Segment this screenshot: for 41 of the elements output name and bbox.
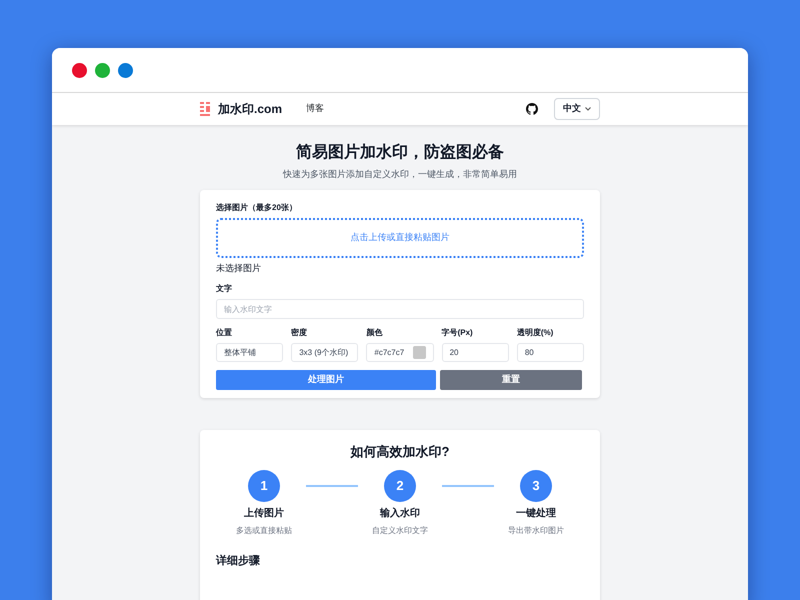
number-field[interactable]: 80 [516,343,584,362]
reset-button[interactable]: 重置 [440,370,582,390]
select-field[interactable]: 整体平铺 [216,343,284,362]
field-label: 选择图片（最多20张） [216,202,298,214]
step-title: 输入水印 [380,506,420,520]
field-label: 文字 [216,283,233,295]
field-label: 颜色 [366,327,384,339]
github-icon[interactable] [526,103,538,115]
step-caption: 导出带水印图片 [508,524,564,536]
field-label: 位置 [216,327,233,339]
site-brand[interactable]: 加水印.com [218,100,282,118]
step-caption: 多选或直接粘贴 [236,524,292,536]
step-number: 2 [384,470,416,502]
color-swatch[interactable] [412,346,426,359]
window-control-dot[interactable] [72,62,87,78]
step-caption: 自定义水印文字 [372,524,428,536]
caret-icon [585,107,591,111]
page-subtitle: 快速为多张图片添加自定义水印，一键生成，非常简单易用 [282,168,518,181]
field-label: 字号(Px) [442,327,474,339]
language-select[interactable]: 中文 [554,98,600,120]
number-field[interactable]: 20 [442,343,509,362]
step-number: 1 [248,470,280,502]
field-label: 透明度(%) [516,327,554,339]
step-title: 上传图片 [244,506,284,520]
window-control-dot[interactable] [118,62,133,78]
page-title: 简易图片加水印，防盗图必备 [295,142,505,163]
step-number: 3 [520,470,552,502]
text-input[interactable]: 输入水印文字 [216,299,584,319]
field-label: 密度 [291,327,308,339]
window-control-dot[interactable] [95,62,110,78]
select-field[interactable]: 3x3 (9个水印) [291,343,358,362]
upload-dropzone[interactable]: 点击上传或直接粘贴图片 [216,218,584,258]
section-title: 如何高效加水印? [349,443,450,461]
color-value: #c7c7c7 [374,346,404,358]
logo-icon [200,102,210,116]
color-field[interactable]: #c7c7c7 [366,343,434,362]
process-button[interactable]: 处理图片 [216,370,436,390]
file-status: 未选择图片 [216,262,262,274]
step-title: 一键处理 [516,506,556,520]
subheading: 详细步骤 [216,554,261,568]
nav-link[interactable]: 博客 [306,102,324,116]
